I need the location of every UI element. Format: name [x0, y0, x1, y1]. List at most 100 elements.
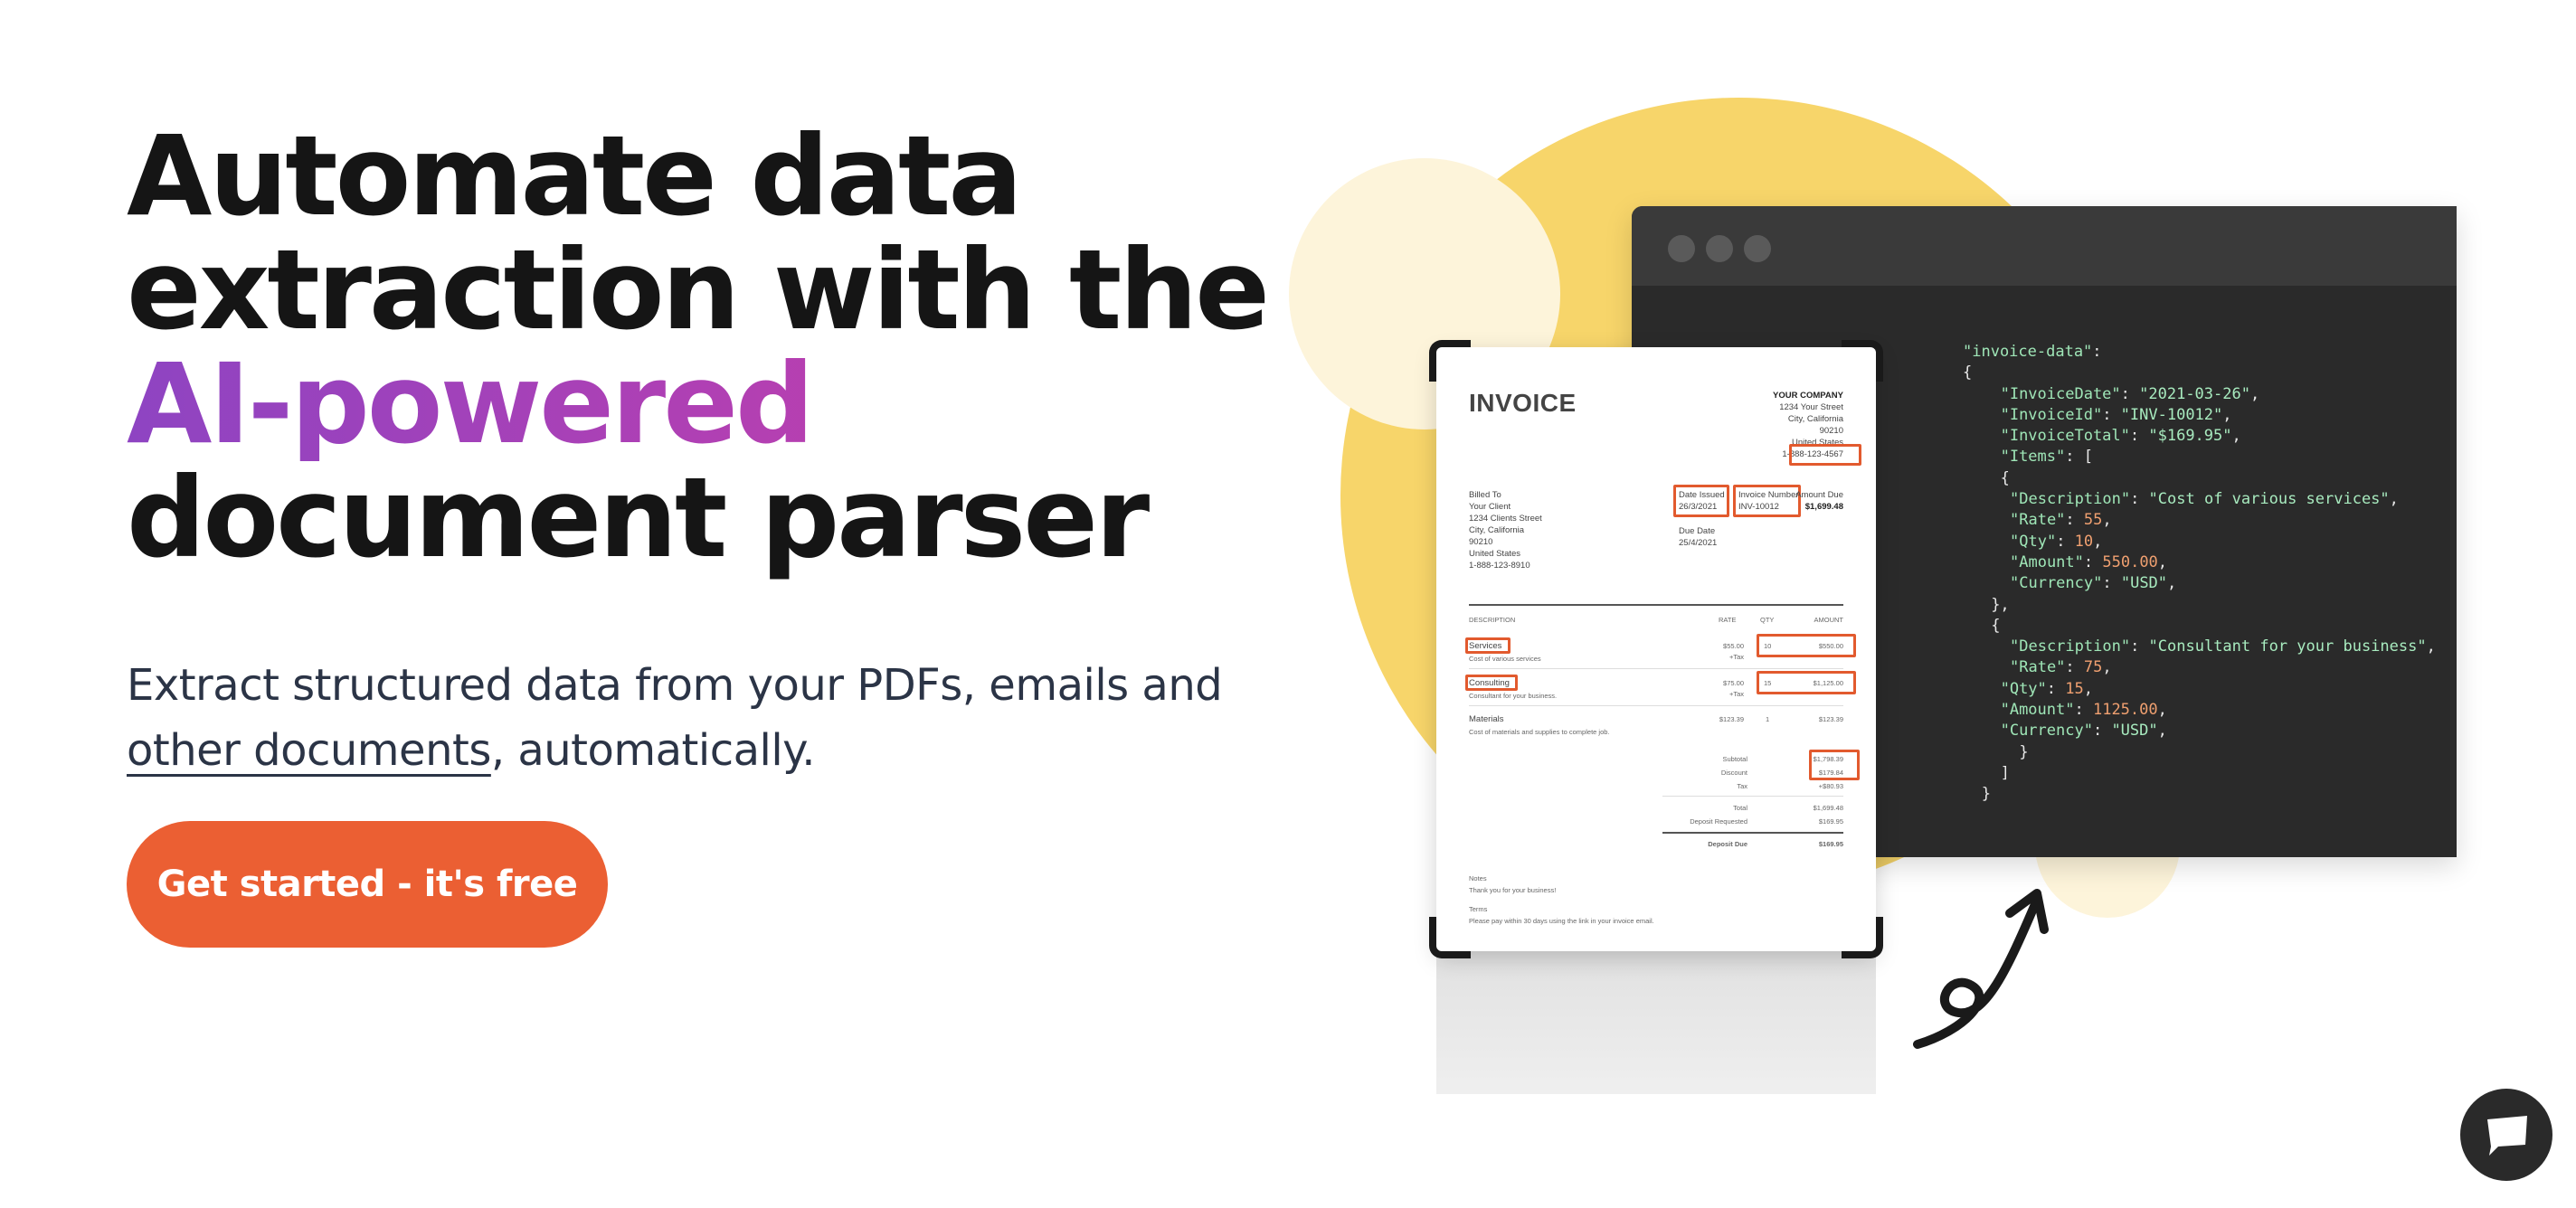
amount-due-value: $1,699.48: [1804, 502, 1843, 512]
window-dot-icon: [1668, 235, 1695, 262]
code-token-pun: ,: [2157, 722, 2167, 741]
column-description: DESCRIPTION: [1469, 616, 1516, 624]
code-token-pun: ,: [2167, 574, 2177, 593]
code-token-pun: ,: [2102, 658, 2112, 677]
scan-corner-icon: [1842, 917, 1883, 958]
code-token-pun: }: [2019, 742, 2029, 761]
table-top-rule: [1469, 604, 1843, 606]
highlight-item-2: [1465, 675, 1518, 691]
hero-title: Automate data extraction with the AI-pow…: [127, 119, 1330, 575]
item-3-rate: $123.39: [1719, 715, 1744, 723]
code-token-pun: ,: [2093, 532, 2103, 551]
hero-title-line-2: extraction with the: [127, 226, 1270, 354]
code-token-pun: :: [2102, 574, 2121, 593]
code-token-pun: :: [2065, 511, 2084, 530]
deposit-requested-label: Deposit Requested: [1690, 817, 1747, 826]
code-token-pun: ,: [2102, 511, 2112, 530]
client-zip: 90210: [1469, 537, 1493, 547]
code-token-pun: : [: [2065, 448, 2093, 467]
code-token-pun: {: [2000, 468, 2010, 487]
hero-section: Automate data extraction with the AI-pow…: [127, 119, 1330, 783]
hero-illustration: "invoice-data": {"InvoiceDate": "2021-03-…: [1284, 90, 2576, 1208]
item-1-tax: +Tax: [1728, 653, 1744, 661]
code-token-num: 75: [2083, 658, 2103, 677]
hero-subtitle-line-2: other documents, automatically.: [127, 718, 1330, 783]
code-token-pun: ,: [2231, 427, 2241, 446]
notes-text: Thank you for your business!: [1469, 886, 1557, 894]
code-token-pun: ,: [2426, 637, 2436, 656]
subtotal-label: Subtotal: [1722, 755, 1747, 763]
code-token-pun: :: [2092, 343, 2102, 361]
totals-divider: [1662, 796, 1843, 797]
code-token-pun: :: [2102, 405, 2121, 424]
code-token-pun: ,: [2083, 679, 2093, 698]
code-token-key: "Currency": [2010, 574, 2103, 593]
other-documents-link[interactable]: other documents: [127, 725, 491, 776]
total-label: Total: [1733, 804, 1747, 812]
code-token-pun: ,: [2157, 701, 2167, 720]
total-value: $1,699.48: [1813, 804, 1843, 812]
code-token-str: "Cost of various services": [2148, 490, 2390, 509]
code-token-str: "Consultant for your business": [2148, 637, 2427, 656]
scan-corner-icon: [1429, 917, 1471, 958]
code-token-key: "InvoiceId": [2000, 405, 2103, 424]
invoice-document: INVOICE YOUR COMPANY 1234 Your Street Ci…: [1436, 347, 1876, 951]
window-dot-icon: [1706, 235, 1733, 262]
code-token-pun: ]: [2000, 763, 2010, 782]
code-token-key: "Qty": [2000, 679, 2047, 698]
item-3-name: Materials: [1469, 714, 1504, 724]
company-zip: 90210: [1819, 426, 1843, 436]
code-token-pun: :: [2130, 490, 2149, 509]
get-started-button[interactable]: Get started - it's free: [127, 821, 608, 948]
code-token-pun: :: [2130, 637, 2149, 656]
code-token-pun: :: [2046, 679, 2066, 698]
code-token-key: "Rate": [2010, 658, 2066, 677]
item-3-qty: 1: [1766, 715, 1770, 723]
highlight-subtotal-discount: [1809, 750, 1860, 780]
hero-subtitle-rest: , automatically.: [490, 725, 816, 776]
tax-label: Tax: [1737, 782, 1747, 790]
item-1-rate: $55.00: [1723, 642, 1744, 650]
code-token-str: "USD": [2120, 574, 2168, 593]
highlight-item-1: [1465, 637, 1511, 654]
row-divider: [1469, 705, 1843, 706]
column-rate: RATE: [1719, 616, 1737, 624]
hero-subtitle-line-1: Extract structured data from your PDFs, …: [127, 660, 1223, 711]
item-2-desc: Consultant for your business.: [1469, 692, 1558, 700]
company-city: City, California: [1787, 414, 1843, 424]
terms-text: Please pay within 30 days using the link…: [1469, 917, 1654, 925]
deposit-rule: [1662, 832, 1843, 834]
code-token-key: "invoice-data": [1963, 343, 2093, 361]
item-2-tax: +Tax: [1728, 690, 1744, 698]
code-token-str: "$169.95": [2148, 427, 2232, 446]
hero-title-line-1: Automate data: [127, 112, 1023, 241]
window-dot-icon: [1744, 235, 1771, 262]
item-3-amount: $123.39: [1818, 715, 1843, 723]
code-token-key: "InvoiceTotal": [2000, 427, 2130, 446]
tax-value: +$80.93: [1818, 782, 1843, 790]
code-token-num: 55: [2083, 511, 2103, 530]
amount-due-label: Amount Due: [1795, 490, 1843, 500]
hero-title-accent: AI-powered: [127, 347, 1330, 461]
highlight-item-1-values: [1757, 634, 1856, 657]
client-street: 1234 Clients Street: [1469, 514, 1542, 524]
code-token-pun: :: [2056, 532, 2075, 551]
client-name: Your Client: [1469, 502, 1511, 512]
code-token-key: "Qty": [2010, 532, 2057, 551]
curly-arrow-icon: [1913, 889, 2049, 1049]
code-token-pun: ,: [2157, 552, 2168, 571]
chat-button[interactable]: [2460, 1089, 2552, 1181]
code-token-pun: :: [2092, 722, 2112, 741]
code-token-key: "Description": [2010, 637, 2131, 656]
code-token-pun: :: [2083, 552, 2103, 571]
code-token-pun: }: [1981, 785, 1992, 804]
column-amount: AMOUNT: [1814, 616, 1844, 624]
highlight-item-2-values: [1757, 671, 1856, 694]
highlight-date-issued: [1673, 485, 1729, 517]
deposit-requested-value: $169.95: [1818, 817, 1843, 826]
code-token-key: "Amount": [2010, 552, 2084, 571]
hero-subtitle: Extract structured data from your PDFs, …: [127, 653, 1330, 783]
discount-label: Discount: [1720, 769, 1747, 777]
code-token-num: 10: [2074, 532, 2094, 551]
code-token-pun: :: [2065, 658, 2084, 677]
